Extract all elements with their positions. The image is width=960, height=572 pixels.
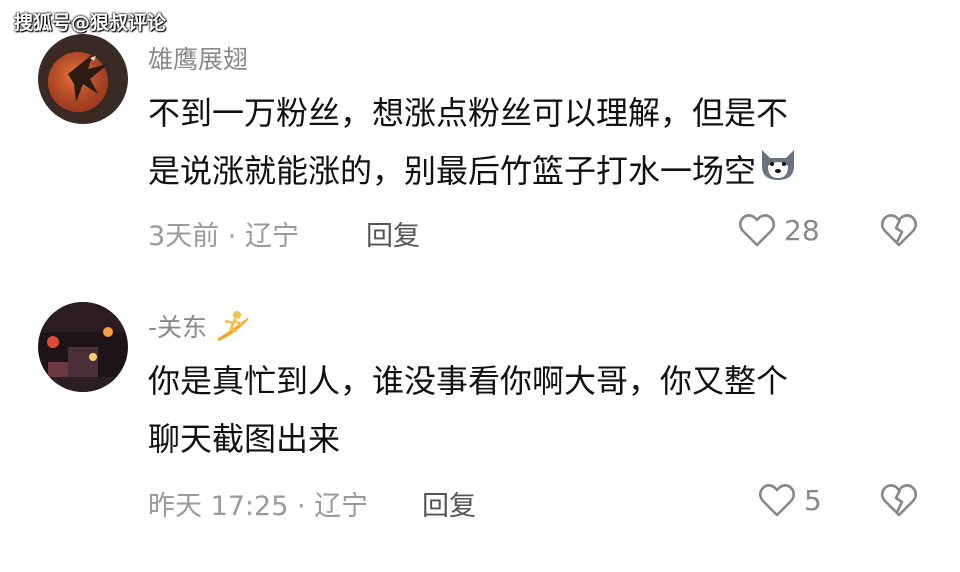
broken-heart-icon	[880, 484, 918, 517]
meta-separator: ·	[297, 491, 306, 522]
like-count: 5	[804, 483, 822, 517]
like-button[interactable]: 28	[738, 212, 820, 248]
comment-meta: 3天前 · 辽宁	[148, 214, 299, 253]
username[interactable]: 雄鹰展翅	[148, 40, 248, 76]
comment-location: 辽宁	[314, 491, 369, 522]
like-count: 28	[784, 213, 820, 247]
avatar[interactable]	[38, 302, 128, 392]
comment-text: 你是真忙到人，谁没事看你啊大哥，你又整个 聊天截图出来	[148, 352, 908, 468]
comment-text-line: 你是真忙到人，谁没事看你啊大哥，你又整个	[148, 362, 789, 400]
comment-time: 3天前	[148, 221, 220, 252]
watermark: 搜狐号@狠叔评论	[14, 12, 167, 34]
heart-icon	[758, 484, 796, 517]
surfer-emoji-icon	[215, 309, 251, 349]
like-button[interactable]: 5	[758, 482, 822, 518]
comment-text-line: 聊天截图出来	[148, 420, 341, 458]
night-street-avatar-icon	[38, 302, 128, 392]
comment-time: 昨天 17:25	[148, 491, 289, 522]
comment-text: 不到一万粉丝，想涨点粉丝可以理解，但是不 是说涨就能涨的，别最后竹篮子打水一场空	[148, 84, 908, 202]
eagle-moon-avatar-icon	[38, 34, 128, 124]
username[interactable]: -关东	[148, 308, 251, 349]
reply-button[interactable]: 回复	[422, 484, 476, 523]
heart-icon	[738, 214, 776, 247]
dislike-button[interactable]	[880, 212, 918, 252]
comment-meta: 昨天 17:25 · 辽宁	[148, 484, 368, 523]
meta-separator: ·	[227, 221, 237, 252]
comment-text-line: 是说涨就能涨的，别最后竹篮子打水一场空	[148, 142, 908, 202]
broken-heart-icon	[880, 214, 918, 247]
comment-text-line-2: 是说涨就能涨的，别最后竹篮子打水一场空	[148, 152, 757, 190]
dislike-button[interactable]	[880, 482, 918, 522]
avatar[interactable]	[38, 34, 128, 124]
comment-text-line: 不到一万粉丝，想涨点粉丝可以理解，但是不	[148, 94, 789, 132]
comment-location: 辽宁	[244, 221, 299, 252]
username-text: -关东	[148, 313, 208, 342]
husky-dog-emoji-icon	[756, 144, 800, 202]
reply-button[interactable]: 回复	[366, 214, 420, 253]
